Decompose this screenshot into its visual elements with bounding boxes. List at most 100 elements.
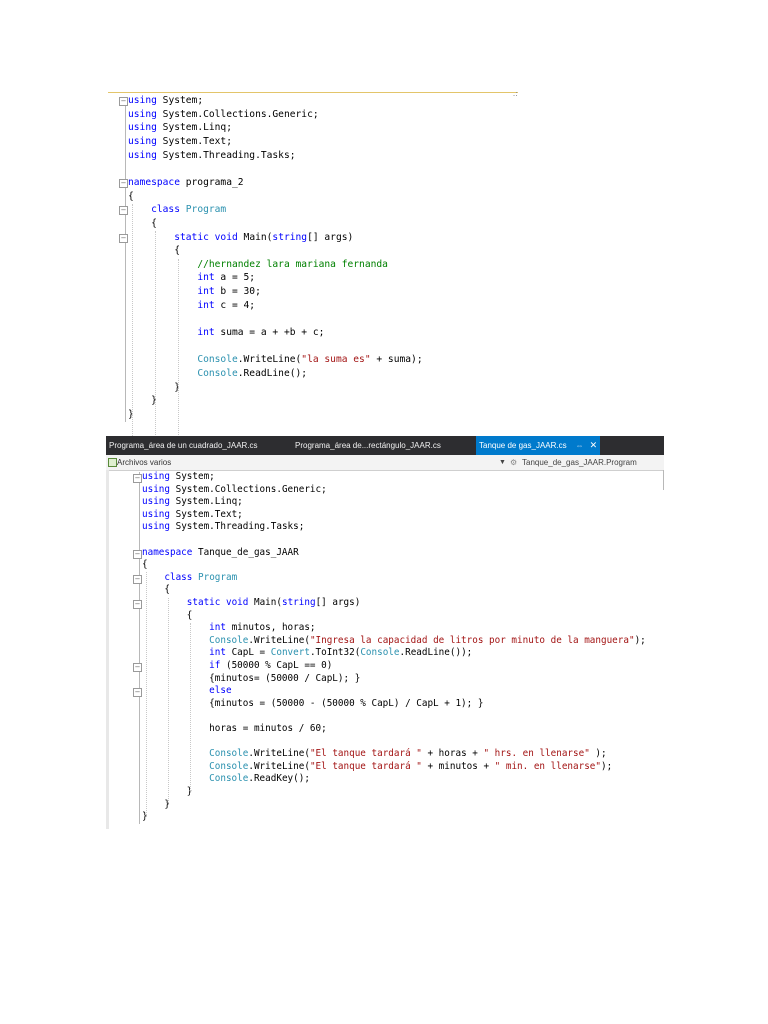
code-line[interactable]: using System; [128,94,203,108]
code-token: using [128,95,157,106]
code-token: Console [209,760,249,772]
code-line[interactable]: else [142,685,232,698]
code-token: System.Threading.Tasks; [170,521,305,533]
code-token: else [209,685,232,697]
code-editor-programa-2[interactable]: .: using System; using System.Collections… [108,89,518,504]
code-line[interactable]: Console.WriteLine("El tanque tardará " +… [142,761,612,774]
code-line[interactable]: Console.WriteLine("El tanque tardará " +… [142,748,607,761]
code-token: {minutos= (50000 / CapL); } [142,672,361,684]
code-token: using [142,496,170,508]
class-dropdown[interactable]: Tanque_de_gas_JAAR.Program [522,455,637,470]
code-line[interactable]: int c = 4; [128,299,255,313]
tab-programa-area-rectangulo[interactable]: Programa_área de...rectángulo_JAAR.cs [292,436,444,455]
collapse-toggle-icon[interactable]: − [119,233,128,243]
collapse-toggle-icon[interactable]: − [119,206,128,216]
code-token: } [128,381,180,393]
collapse-toggle-icon[interactable]: − [119,178,128,188]
tab-label: Programa_área de...rectángulo_JAAR.cs [295,441,441,450]
code-line[interactable]: {minutos = (50000 - (50000 % CapL) / Cap… [142,698,483,711]
code-token: namespace [128,176,180,188]
code-line[interactable]: int b = 30; [128,285,261,299]
code-line[interactable]: //hernandez lara mariana fernanda [128,258,388,272]
code-token: Console [360,647,400,659]
code-line[interactable]: static void Main(string[] args) [128,231,353,245]
code-line[interactable]: int suma = a + +b + c; [128,326,324,340]
code-token: .ReadKey(); [248,773,310,785]
code-token: System.Text; [170,508,243,520]
code-line[interactable]: class Program [142,572,237,585]
code-line[interactable]: namespace programa_2 [128,176,244,190]
code-line[interactable]: class Program [128,203,226,217]
collapse-toggle-icon[interactable]: − [133,688,142,698]
code-token: int [197,286,215,298]
code-line[interactable]: using System.Text; [142,509,243,522]
collapse-toggle-icon[interactable]: − [133,474,142,483]
code-line[interactable]: } [128,381,180,395]
code-token: .WriteLine( [248,748,310,760]
code-token: "la suma es" [301,354,371,366]
code-line[interactable]: using System.Threading.Tasks; [128,149,296,163]
code-line[interactable]: using System.Collections.Generic; [128,108,319,122]
code-token: int [197,327,215,339]
code-token: using [128,122,157,134]
code-token: .WriteLine( [248,760,310,772]
outline-gutter-line [139,472,140,824]
code-line[interactable]: { [128,244,180,258]
project-icon [108,458,117,467]
code-token: ); [601,760,613,772]
code-token: ); [589,748,607,760]
code-line[interactable]: horas = minutos / 60; [142,723,327,736]
code-token: "Ingresa la capacidad de litros por minu… [309,634,635,646]
code-token: b = 30; [214,286,261,298]
code-token: + horas + [421,748,484,760]
code-token: Console [197,368,238,379]
collapse-toggle-icon[interactable]: − [133,663,142,672]
code-token: using [128,135,157,147]
code-token: [] args) [307,231,354,243]
editor-corner-mark: .: [512,89,518,98]
collapse-toggle-icon[interactable]: − [133,600,142,609]
navigation-bar: Archivos varios ▼ ⚙ Tanque_de_gas_JAAR.P… [106,455,664,471]
code-line[interactable]: using System; [142,471,215,484]
code-line[interactable]: using System.Text; [128,135,232,149]
code-line[interactable]: using System.Linq; [128,121,232,135]
chevron-down-icon[interactable]: ▼ [499,455,506,470]
code-line[interactable]: { [142,559,148,572]
code-token: Program [198,571,238,583]
pin-icon[interactable]: ⇔ [576,441,584,450]
code-line[interactable]: Console.WriteLine("la suma es" + suma); [128,353,422,367]
collapse-toggle-icon[interactable]: − [133,574,142,584]
project-dropdown[interactable]: Archivos varios [117,455,171,470]
code-token: string [281,597,316,608]
code-token: suma = a + +b + c; [214,327,325,339]
code-line[interactable]: using System.Collections.Generic; [142,484,327,497]
code-line[interactable]: static void Main(string[] args) [142,597,361,610]
code-line[interactable]: int a = 5; [128,271,255,285]
code-token: using [128,149,157,161]
code-line[interactable]: using System.Linq; [142,496,243,509]
code-line[interactable]: if (50000 % CapL == 0) [142,660,332,673]
code-line[interactable]: namespace Tanque_de_gas_JAAR [142,547,299,560]
collapse-toggle-icon[interactable]: − [133,549,142,559]
tab-programa-area-cuadrado[interactable]: Programa_área de un cuadrado_JAAR.cs [106,436,261,455]
code-token: System; [170,471,215,482]
close-icon[interactable]: ✕ [590,440,598,450]
code-line[interactable]: {minutos= (50000 / CapL); } [142,673,360,686]
tab-tanque-de-gas[interactable]: Tanque de gas_JAAR.cs ⇔ ✕ [476,436,601,455]
collapse-toggle-icon[interactable]: − [119,97,128,106]
code-line[interactable]: int CapL = Convert.ToInt32(Console.ReadL… [142,647,472,660]
code-token: using [142,508,170,520]
code-line[interactable]: using System.Threading.Tasks; [142,521,304,534]
code-line[interactable]: { [128,190,134,204]
code-line[interactable]: Console.WriteLine("Ingresa la capacidad … [142,635,646,648]
code-editor-tanque-de-gas[interactable]: Programa_área de un cuadrado_JAAR.cs Pro… [106,436,664,829]
code-token: CapL = [225,647,271,659]
